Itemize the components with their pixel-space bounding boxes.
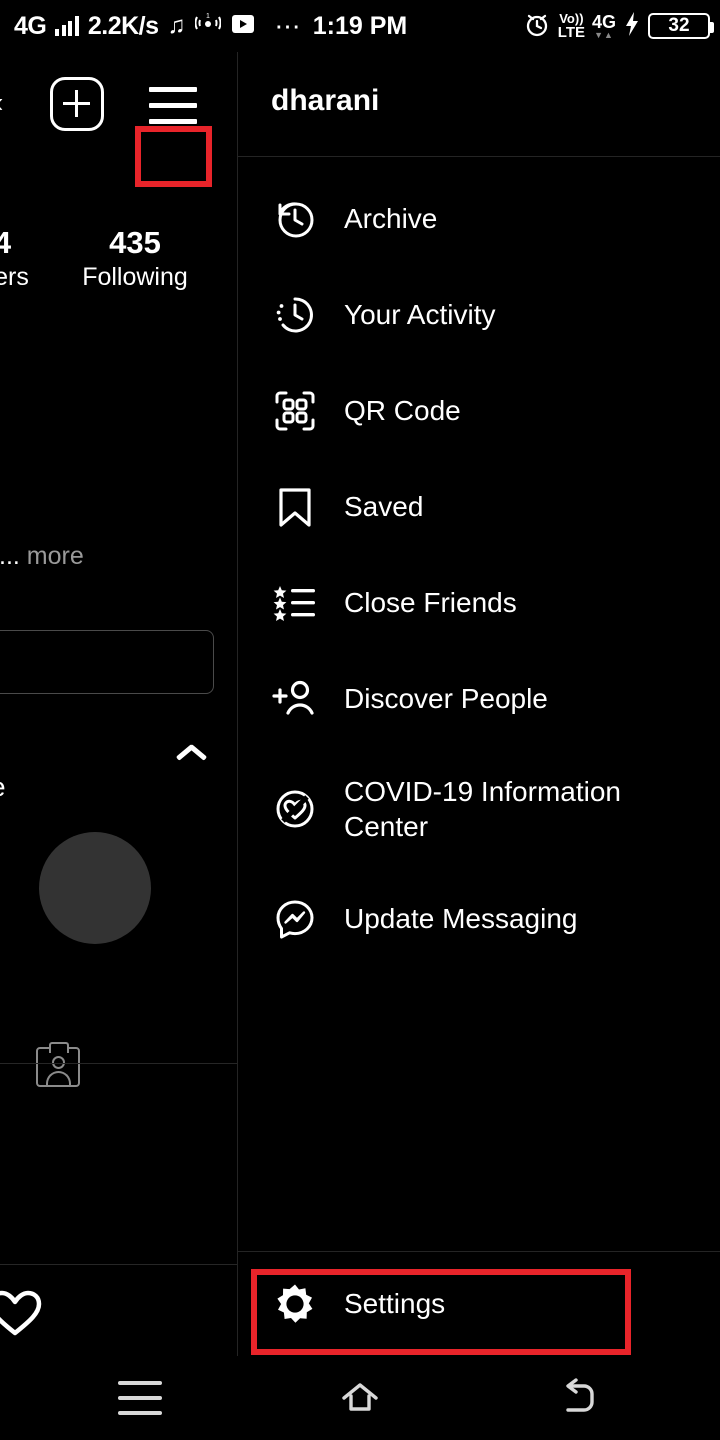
chevron-up-icon[interactable]: [175, 734, 209, 768]
menu-item-discover-people[interactable]: Discover People: [238, 651, 720, 747]
profile-divider: [0, 1063, 237, 1064]
profile-top-bar: ›: [0, 52, 237, 157]
recents-icon[interactable]: [80, 1356, 200, 1440]
profile-bio: வார்!... more: [0, 542, 84, 574]
battery-indicator: 32: [648, 13, 714, 39]
menu-item-label: Saved: [344, 491, 424, 523]
network-right-indicator: 4G ▼▲: [592, 13, 616, 40]
menu-item-label: QR Code: [344, 395, 461, 427]
cast-icon: 1: [194, 13, 221, 39]
status-bar-right: Vo)) LTE 4G ▼▲ 32: [523, 0, 714, 52]
app-screen: 4G 2.2K/s ♫ 1 ⋯ 1:19 PM Vo)) LTE 4G ▼▲ 3…: [0, 0, 720, 1440]
bio-more-link[interactable]: more: [27, 542, 84, 570]
drawer-menu-list: Archive Your Activity QR Code Saved Clos…: [238, 157, 720, 967]
qr-code-icon: [271, 387, 319, 435]
data-arrows-icon: ▼▲: [594, 29, 614, 40]
volte-bottom-label: LTE: [557, 24, 585, 41]
followers-label: wers: [0, 263, 29, 292]
menu-item-your-activity[interactable]: Your Activity: [238, 267, 720, 363]
drawer-header: dharani: [238, 52, 720, 157]
following-label: Following: [82, 263, 188, 292]
network-type-label: 4G: [14, 11, 47, 40]
menu-item-archive[interactable]: Archive: [238, 171, 720, 267]
network-right-label: 4G: [591, 11, 616, 32]
status-bar: 4G 2.2K/s ♫ 1 ⋯ 1:19 PM Vo)) LTE 4G ▼▲ 3…: [0, 0, 720, 52]
gear-icon: [271, 1280, 319, 1328]
menu-item-close-friends[interactable]: Close Friends: [238, 555, 720, 651]
profile-stats: 4 wers 435 Following: [0, 224, 237, 334]
menu-item-label: Discover People: [344, 683, 548, 715]
menu-item-label: COVID-19 Information Center: [344, 775, 621, 842]
followers-count: 4: [0, 225, 12, 260]
profile-panel-behind-drawer: › 4 wers 435 Following வார்!... more ofi…: [0, 52, 237, 1356]
menu-item-saved[interactable]: Saved: [238, 459, 720, 555]
close-friends-star-list-icon: [271, 579, 319, 627]
bookmark-icon: [271, 483, 319, 531]
video-play-icon: [230, 13, 256, 39]
archive-clock-icon: [271, 195, 319, 243]
menu-item-label: Update Messaging: [344, 903, 578, 935]
menu-item-qr-code[interactable]: QR Code: [238, 363, 720, 459]
profile-section-label: ofile: [0, 772, 6, 803]
menu-item-label: Your Activity: [344, 299, 496, 331]
chevron-left-icon[interactable]: ›: [0, 90, 3, 122]
bio-text: வார்!...: [0, 542, 20, 570]
volte-indicator: Vo)) LTE: [558, 12, 585, 40]
hamburger-menu-icon[interactable]: [141, 80, 205, 130]
activity-clock-icon: [271, 291, 319, 339]
following-count: 435: [109, 225, 161, 260]
edit-profile-button[interactable]: [0, 630, 214, 694]
profile-bottom-tabbar: [0, 1264, 237, 1356]
menu-item-label: Close Friends: [344, 587, 517, 619]
drawer-username-title: dharani: [271, 84, 380, 117]
covid-heart-icon: [271, 785, 319, 833]
charging-bolt-icon: [623, 10, 641, 42]
side-drawer-menu: dharani Archive Your Activity QR Code Sa…: [237, 52, 720, 1356]
music-note-icon: ♫: [167, 12, 186, 39]
add-post-button[interactable]: [50, 77, 104, 131]
add-person-icon: [271, 675, 319, 723]
settings-label: Settings: [344, 1288, 446, 1319]
menu-item-label: Archive: [344, 203, 438, 235]
android-nav-bar: [0, 1356, 720, 1440]
status-bar-left: 4G 2.2K/s ♫ 1 ⋯: [0, 12, 303, 41]
back-icon[interactable]: [520, 1356, 640, 1440]
settings-menu-item[interactable]: Settings: [238, 1251, 720, 1356]
menu-item-covid-information-center[interactable]: COVID-19 Information Center: [238, 747, 720, 871]
home-icon[interactable]: [300, 1356, 420, 1440]
battery-level-label: 32: [668, 15, 690, 36]
menu-item-update-messaging[interactable]: Update Messaging: [238, 871, 720, 967]
messenger-icon: [271, 895, 319, 943]
avatar[interactable]: [39, 832, 151, 944]
alarm-clock-icon: [523, 10, 551, 42]
stat-followers[interactable]: 4 wers: [0, 224, 75, 294]
tagged-photos-icon[interactable]: [36, 1042, 80, 1087]
signal-strength-icon: [55, 16, 79, 36]
more-dots-icon: ⋯: [274, 11, 303, 41]
stat-following[interactable]: 435 Following: [65, 224, 205, 294]
svg-text:1: 1: [206, 13, 210, 20]
data-speed-label: 2.2K/s: [87, 11, 159, 40]
heart-icon[interactable]: [0, 1289, 42, 1337]
